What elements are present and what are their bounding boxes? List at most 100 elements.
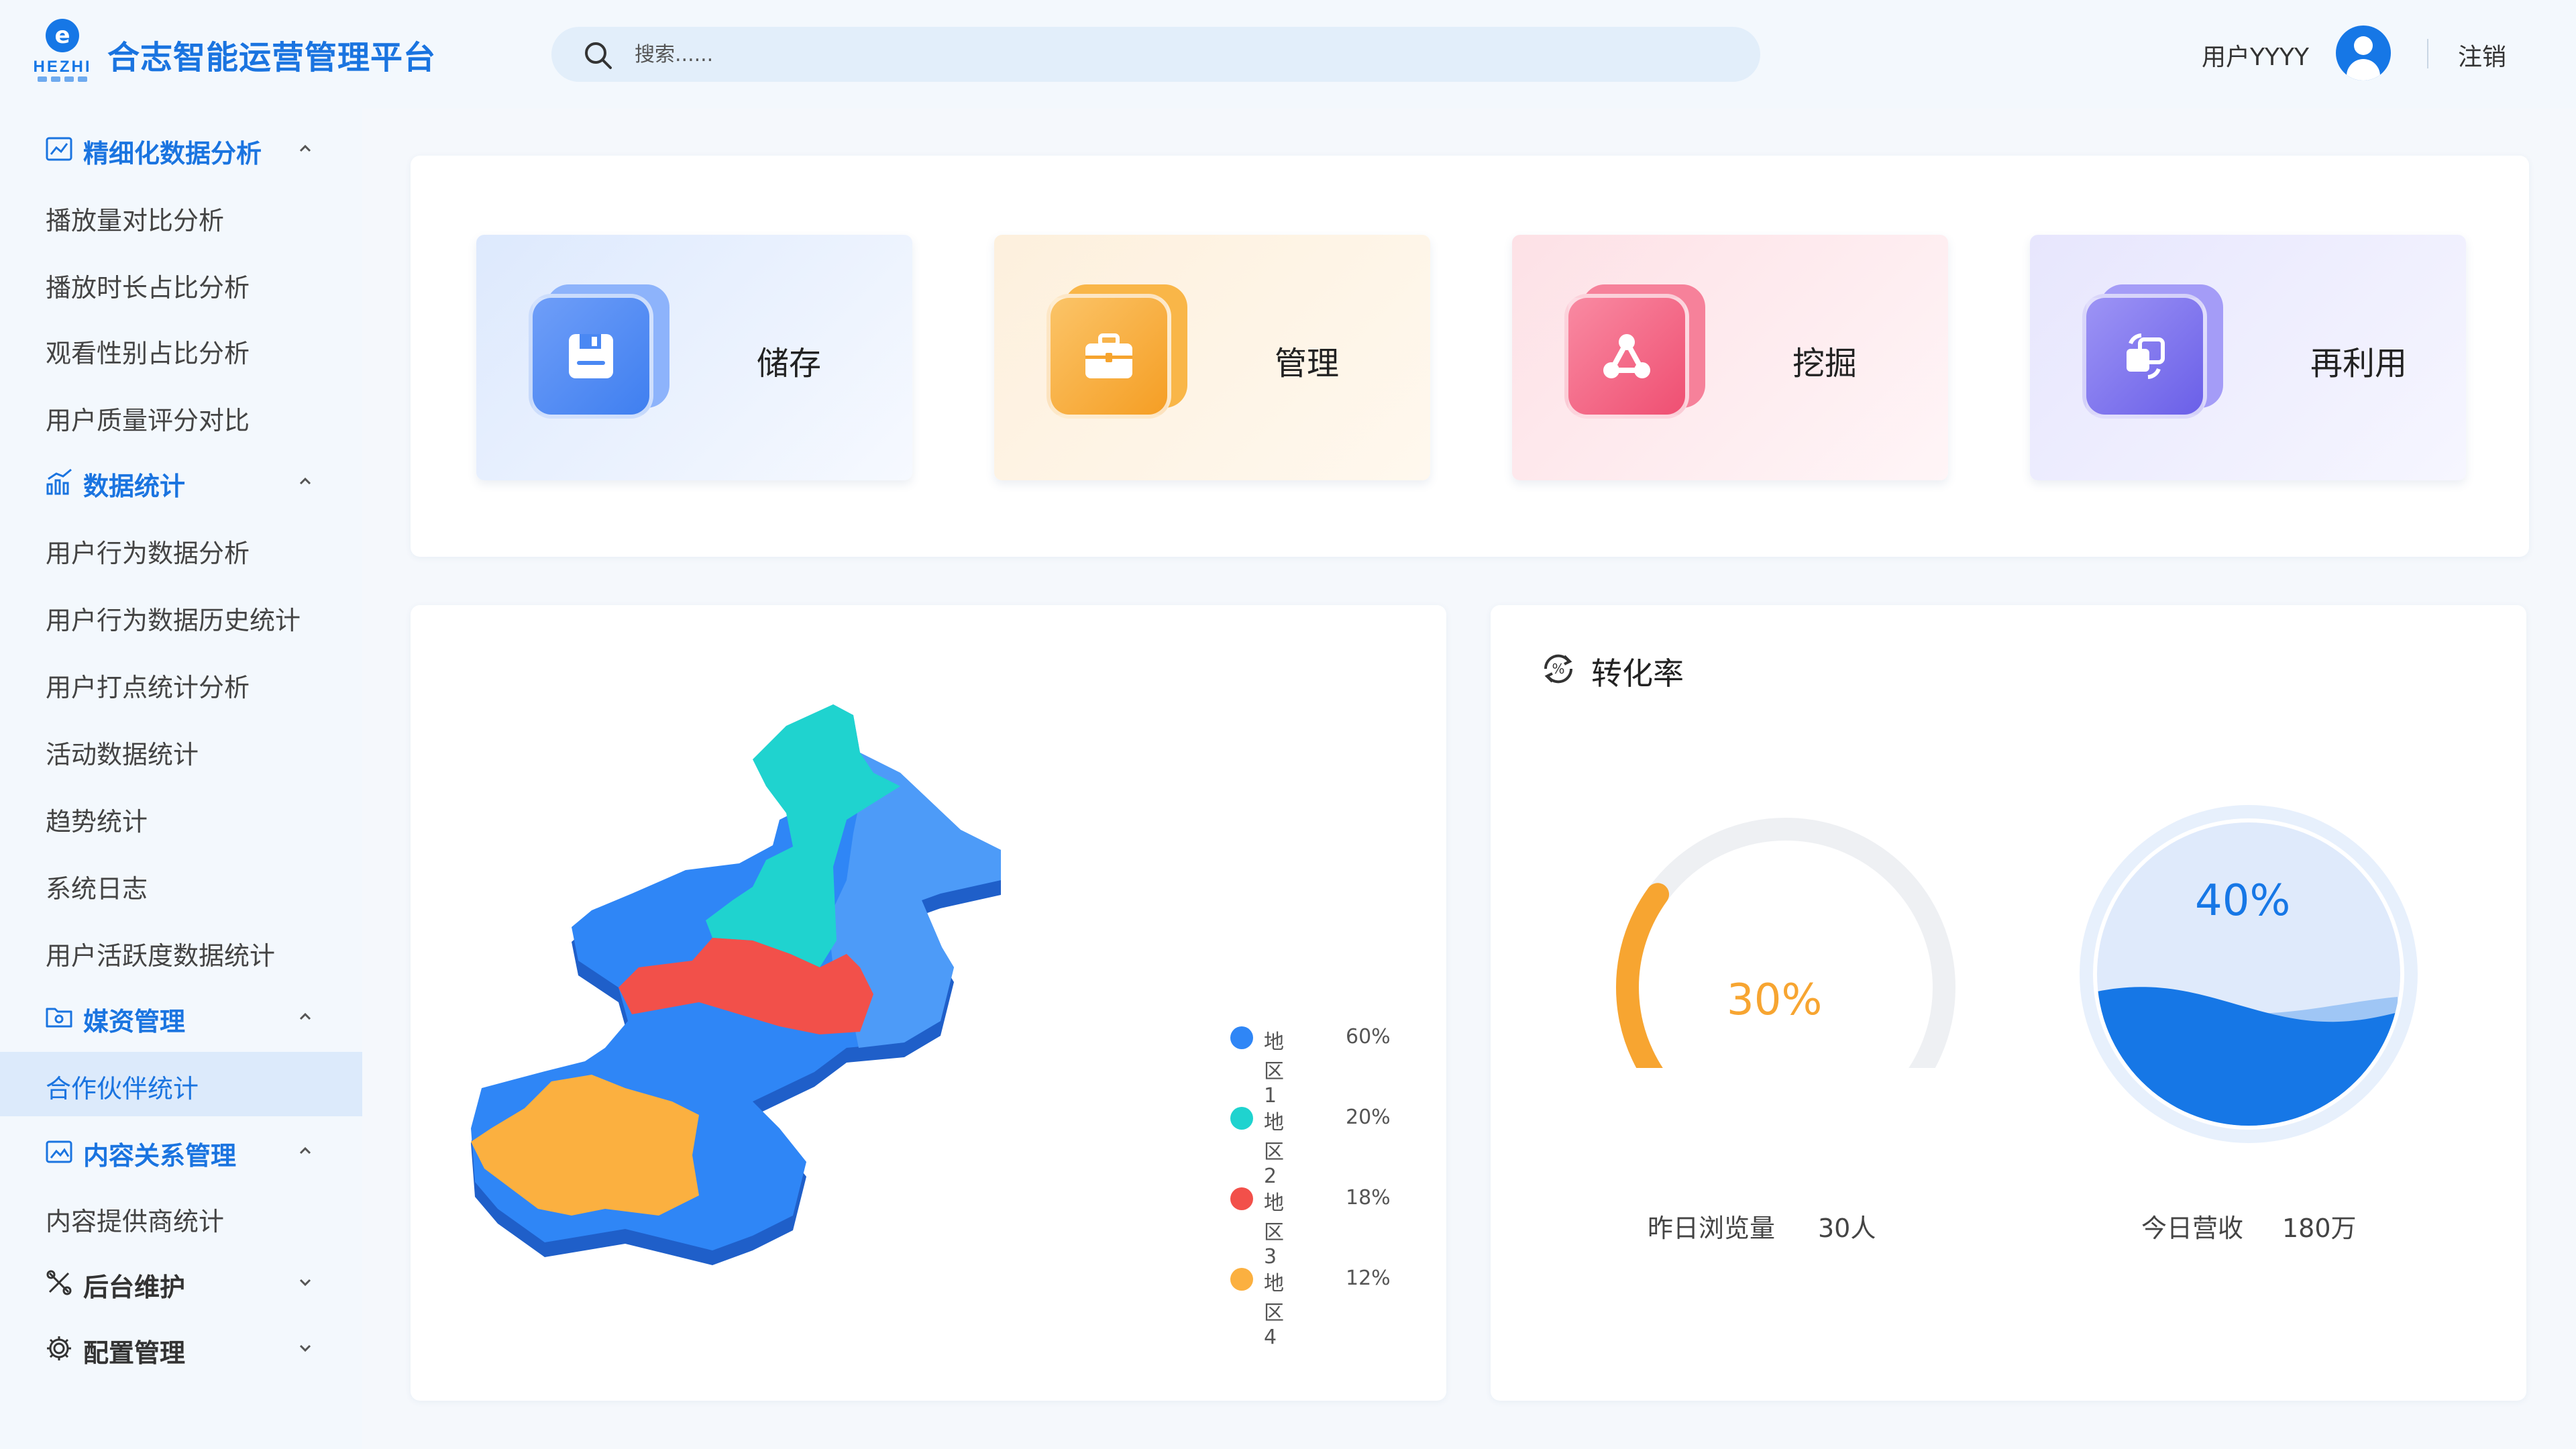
chevron-down-icon[interactable] [295, 1338, 315, 1358]
menu-group-label: 后台维护 [83, 1273, 186, 1302]
sidebar-item-active-users[interactable]: 用户活跃度数据统计 [0, 919, 362, 983]
menu-group-label: 精细化数据分析 [83, 139, 262, 168]
sidebar-item-label: 合作伙伴统计 [46, 1074, 199, 1104]
globe-icon [1230, 1187, 1253, 1210]
search-icon[interactable] [582, 40, 614, 72]
toolbox-icon [1046, 294, 1171, 419]
sidebar: 精细化数据分析 播放量对比分析 播放时长占比分析 观看性别占比分析 用户质量评分… [0, 109, 362, 1449]
conversion-title: 转化率 [1591, 655, 1684, 692]
sidebar-item-user-quality[interactable]: 用户质量评分对比 [0, 384, 362, 448]
sidebar-item-label: 用户行为数据历史统计 [46, 606, 301, 635]
chevron-up-icon[interactable] [295, 138, 315, 158]
menu-group-data-stats[interactable]: 数据统计 [0, 449, 362, 514]
yesterday-views-label: 昨日浏览量 [1648, 1214, 1776, 1243]
region-map-panel: 地区1 60% 地区2 20% 地区3 18% 地区4 12% [411, 605, 1446, 1401]
legend-name: 地区2 [1264, 1111, 1284, 1188]
feature-card-mining[interactable]: 挖掘 [1512, 235, 1948, 480]
region-map [471, 704, 1001, 1265]
menu-group-fine-analysis[interactable]: 精细化数据分析 [0, 117, 362, 181]
avatar[interactable] [2336, 25, 2391, 80]
legend-percent: 60% [1346, 1025, 1391, 1049]
feature-label: 管理 [1275, 345, 1340, 382]
sidebar-item-content-provider[interactable]: 内容提供商统计 [0, 1185, 362, 1249]
revenue-wave-ball [2080, 805, 2418, 1143]
sidebar-item-label: 内容提供商统计 [46, 1207, 225, 1236]
sidebar-item-system-log[interactable]: 系统日志 [0, 852, 362, 916]
floppy-disk-icon [529, 294, 653, 419]
legend-percent: 18% [1346, 1186, 1391, 1210]
top-bar: e HEZHI 合志智能运营管理平台 用户YYYY 注销 [0, 0, 2576, 109]
folder-icon [46, 1008, 72, 1028]
legend-percent: 20% [1346, 1106, 1391, 1129]
gauge-track [1616, 818, 1955, 1068]
app-logo[interactable]: e HEZHI [32, 19, 93, 86]
sidebar-item-play-compare[interactable]: 播放量对比分析 [0, 184, 362, 248]
menu-group-label: 配置管理 [83, 1338, 186, 1368]
sidebar-item-activity-stats[interactable]: 活动数据统计 [0, 718, 362, 782]
yesterday-views-value: 30人 [1818, 1214, 1876, 1243]
feature-label: 储存 [757, 345, 822, 382]
chevron-up-icon[interactable] [295, 1006, 315, 1026]
sidebar-item-label: 用户质量评分对比 [46, 406, 250, 435]
globe-icon [1230, 1026, 1253, 1049]
recycle-icon [2082, 294, 2207, 419]
image-folder-icon [46, 1140, 72, 1163]
legend-name: 地区4 [1264, 1272, 1284, 1349]
sidebar-item-label: 观看性别占比分析 [46, 339, 250, 368]
gauge-fill [1616, 883, 1670, 1068]
tools-icon [46, 1270, 72, 1295]
sidebar-item-play-duration[interactable]: 播放时长占比分析 [0, 251, 362, 315]
sidebar-item-gender-ratio[interactable]: 观看性别占比分析 [0, 317, 362, 381]
globe-icon [1230, 1107, 1253, 1130]
gauge-value: 30% [1727, 975, 1823, 1025]
conversion-panel: % 转化率 30% 昨日浏览量 30人 40% 今日营收 180万 [1491, 605, 2526, 1401]
logout-button[interactable]: 注销 [2458, 38, 2506, 72]
header-divider [2427, 39, 2428, 68]
avatar-body [2347, 59, 2380, 80]
sidebar-item-label: 活动数据统计 [46, 740, 199, 769]
search-bar[interactable] [551, 27, 1760, 82]
search-input[interactable] [635, 38, 1641, 71]
trend-chart-icon [46, 137, 72, 161]
logo-mark: e [46, 19, 79, 52]
wave-value: 40% [2195, 876, 2291, 926]
menu-group-backend[interactable]: 后台维护 [0, 1250, 362, 1315]
menu-group-config[interactable]: 配置管理 [0, 1316, 362, 1381]
sidebar-item-label: 用户打点统计分析 [46, 673, 250, 702]
chevron-down-icon[interactable] [295, 1272, 315, 1292]
sidebar-item-label: 系统日志 [46, 874, 148, 904]
legend-percent: 12% [1346, 1267, 1391, 1290]
legend-name: 地区1 [1264, 1030, 1284, 1108]
feature-label: 挖掘 [1792, 345, 1858, 382]
sidebar-item-label: 趋势统计 [46, 807, 148, 837]
feature-card-manage[interactable]: 管理 [994, 235, 1430, 480]
conversion-gauge [1616, 818, 1955, 1068]
bar-line-chart-icon [46, 468, 72, 495]
menu-group-media[interactable]: 媒资管理 [0, 985, 362, 1049]
feature-card-storage[interactable]: 储存 [476, 235, 912, 480]
share-nodes-icon [1564, 294, 1689, 419]
feature-card-reuse[interactable]: 再利用 [2030, 235, 2466, 480]
chevron-up-icon[interactable] [295, 1140, 315, 1161]
sidebar-item-partner-stats[interactable]: 合作伙伴统计 [0, 1052, 362, 1116]
svg-text:%: % [1552, 661, 1564, 677]
chevron-up-icon[interactable] [295, 471, 315, 491]
today-revenue-label: 今日营收 [2141, 1214, 2244, 1243]
sidebar-item-behavior-analysis[interactable]: 用户行为数据分析 [0, 517, 362, 581]
sidebar-item-label: 用户活跃度数据统计 [46, 941, 276, 971]
logo-subtitle-marks [32, 76, 93, 82]
menu-group-content-relations[interactable]: 内容关系管理 [0, 1119, 362, 1183]
menu-group-label: 数据统计 [83, 472, 186, 501]
sidebar-item-behavior-history[interactable]: 用户行为数据历史统计 [0, 584, 362, 648]
user-name[interactable]: 用户YYYY [2202, 38, 2309, 72]
today-revenue-value: 180万 [2282, 1214, 2357, 1243]
logo-text: HEZHI [33, 58, 92, 76]
avatar-head [2354, 36, 2373, 55]
feature-label: 再利用 [2310, 345, 2408, 382]
sidebar-item-label: 播放量对比分析 [46, 206, 225, 235]
feature-panel: 储存 管理 挖掘 再利用 [411, 156, 2529, 557]
sidebar-item-tracking-stats[interactable]: 用户打点统计分析 [0, 651, 362, 715]
legend-name: 地区3 [1264, 1191, 1284, 1269]
sidebar-item-label: 用户行为数据分析 [46, 539, 250, 568]
sidebar-item-trend-stats[interactable]: 趋势统计 [0, 785, 362, 849]
